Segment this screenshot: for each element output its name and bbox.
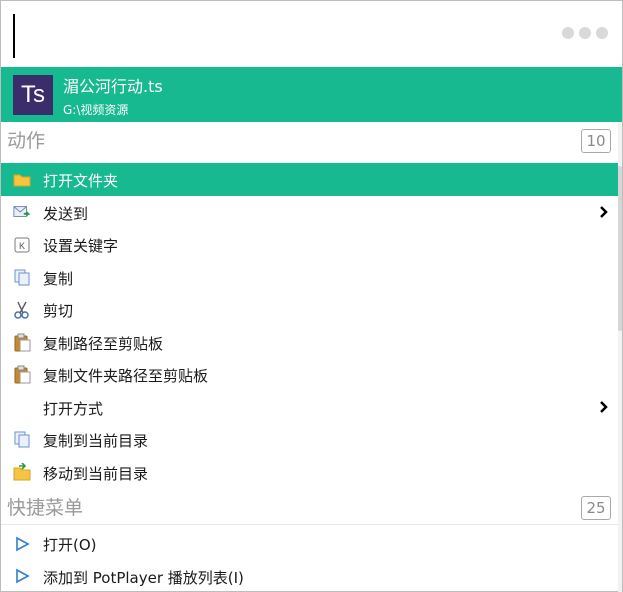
item-label: 复制到当前目录 xyxy=(43,432,149,450)
chevron-right-icon[interactable] xyxy=(598,203,610,221)
quick-menu-section-header: 快捷菜单 25 xyxy=(1,489,622,525)
actions-section-header: 动作 10 xyxy=(1,122,622,158)
more-options-icon[interactable] xyxy=(562,27,608,39)
action-item[interactable]: 剪切 xyxy=(1,293,622,326)
send-mail-icon xyxy=(13,204,31,221)
section-count-badge: 10 xyxy=(581,129,611,153)
item-label: 打开文件夹 xyxy=(43,172,119,190)
item-label: 剪切 xyxy=(43,302,74,320)
quick-menu-item[interactable]: 添加到 PotPlayer 播放列表(I) xyxy=(1,560,622,592)
action-item[interactable]: 打开方式 xyxy=(1,391,622,424)
section-title: 动作 xyxy=(7,130,46,152)
action-item[interactable]: 复制路径至剪贴板 xyxy=(1,326,622,359)
item-label: 移动到当前目录 xyxy=(43,464,149,483)
quick-menu-item[interactable]: 打开(O) xyxy=(1,527,622,560)
folder-icon xyxy=(13,171,31,188)
ts-file-icon: Ts xyxy=(13,75,53,115)
play-triangle-icon xyxy=(13,568,31,585)
text-caret xyxy=(13,14,15,58)
section-title: 快捷菜单 xyxy=(7,497,84,519)
item-label: 复制路径至剪贴板 xyxy=(43,334,164,353)
keyword-icon: K xyxy=(13,236,31,253)
action-item[interactable]: 移动到当前目录 xyxy=(1,456,622,489)
action-item[interactable]: 复制到当前目录 xyxy=(1,423,622,456)
file-path: G:\视频资源 xyxy=(63,103,129,117)
item-label: 复制文件夹路径至剪贴板 xyxy=(43,367,209,385)
item-label: 复制 xyxy=(43,269,74,288)
action-item[interactable]: 发送到 xyxy=(1,196,622,229)
item-label: 设置关键字 xyxy=(43,237,119,255)
item-label: 添加到 PotPlayer 播放列表(I) xyxy=(43,568,244,587)
selected-file-header[interactable]: Ts 湄公河行动.ts G:\视频资源 xyxy=(1,67,622,122)
quick-menu-list: 打开(O) 添加到 PotPlayer 播放列表(I) xyxy=(1,527,622,592)
launcher-window: Ts 湄公河行动.ts G:\视频资源 动作 10 打开文件夹发送到 K 设置关键字… xyxy=(0,0,623,592)
search-bar[interactable] xyxy=(1,1,622,67)
copy-icon xyxy=(13,431,31,448)
item-label: 打开(O) xyxy=(43,536,97,554)
svg-text:K: K xyxy=(19,241,25,251)
scrollbar-thumb[interactable] xyxy=(618,166,622,331)
chevron-right-icon[interactable] xyxy=(598,398,610,416)
clipboard-icon xyxy=(13,333,31,351)
action-item[interactable]: K 设置关键字 xyxy=(1,228,622,261)
clipboard-icon xyxy=(13,365,31,384)
move-icon xyxy=(13,463,31,481)
action-list: 打开文件夹发送到 K 设置关键字复制剪切复制路径至剪贴板复制文件夹路径至剪贴板 打开方… xyxy=(1,163,622,488)
copy-icon xyxy=(13,269,31,286)
file-name: 湄公河行动.ts xyxy=(63,77,163,96)
scissors-icon xyxy=(13,301,31,319)
action-item[interactable]: 打开文件夹 xyxy=(1,163,622,196)
section-count-badge: 25 xyxy=(581,496,611,520)
item-label: 发送到 xyxy=(43,204,89,223)
action-item[interactable]: 复制 xyxy=(1,261,622,294)
play-triangle-icon xyxy=(13,535,31,552)
item-label: 打开方式 xyxy=(43,399,104,418)
divider xyxy=(1,524,622,525)
action-item[interactable]: 复制文件夹路径至剪贴板 xyxy=(1,358,622,391)
